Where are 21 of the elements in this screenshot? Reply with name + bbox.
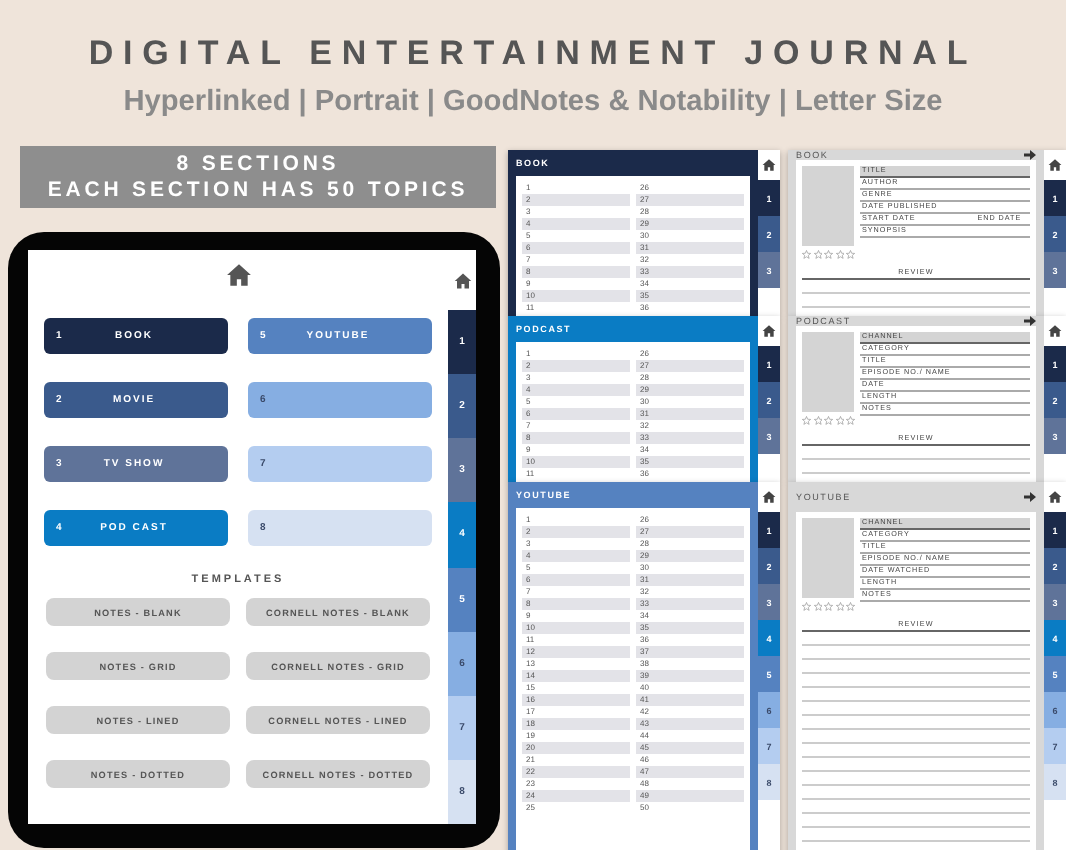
arrow-icon[interactable] — [1024, 492, 1036, 502]
star-rating[interactable] — [802, 250, 856, 259]
home-icon[interactable] — [1048, 158, 1062, 172]
photo-placeholder — [802, 166, 855, 246]
home-icon[interactable] — [762, 158, 777, 172]
star-rating[interactable] — [802, 602, 856, 611]
journal-title: DIGITAL ENTERTAINMENT JOURNAL — [88, 34, 978, 74]
home-icon[interactable] — [453, 271, 471, 289]
banner-line: EACH SECTION HAS 50 TOPICS — [47, 177, 469, 203]
banner-line: 8 SECTIONS — [176, 151, 340, 177]
home-icon[interactable] — [225, 262, 251, 288]
home-icon[interactable] — [762, 490, 777, 504]
home-icon[interactable] — [762, 324, 777, 338]
journal-subtitle: Hyperlinked | Portrait | GoodNotes & Notability | Letter Size — [123, 84, 943, 120]
arrow-icon[interactable] — [1024, 150, 1036, 160]
home-icon[interactable] — [1048, 490, 1062, 504]
photo-placeholder — [802, 332, 855, 412]
photo-placeholder — [802, 518, 855, 598]
home-icon[interactable] — [1048, 324, 1062, 338]
star-rating[interactable] — [802, 416, 856, 425]
arrow-icon[interactable] — [1024, 316, 1036, 326]
